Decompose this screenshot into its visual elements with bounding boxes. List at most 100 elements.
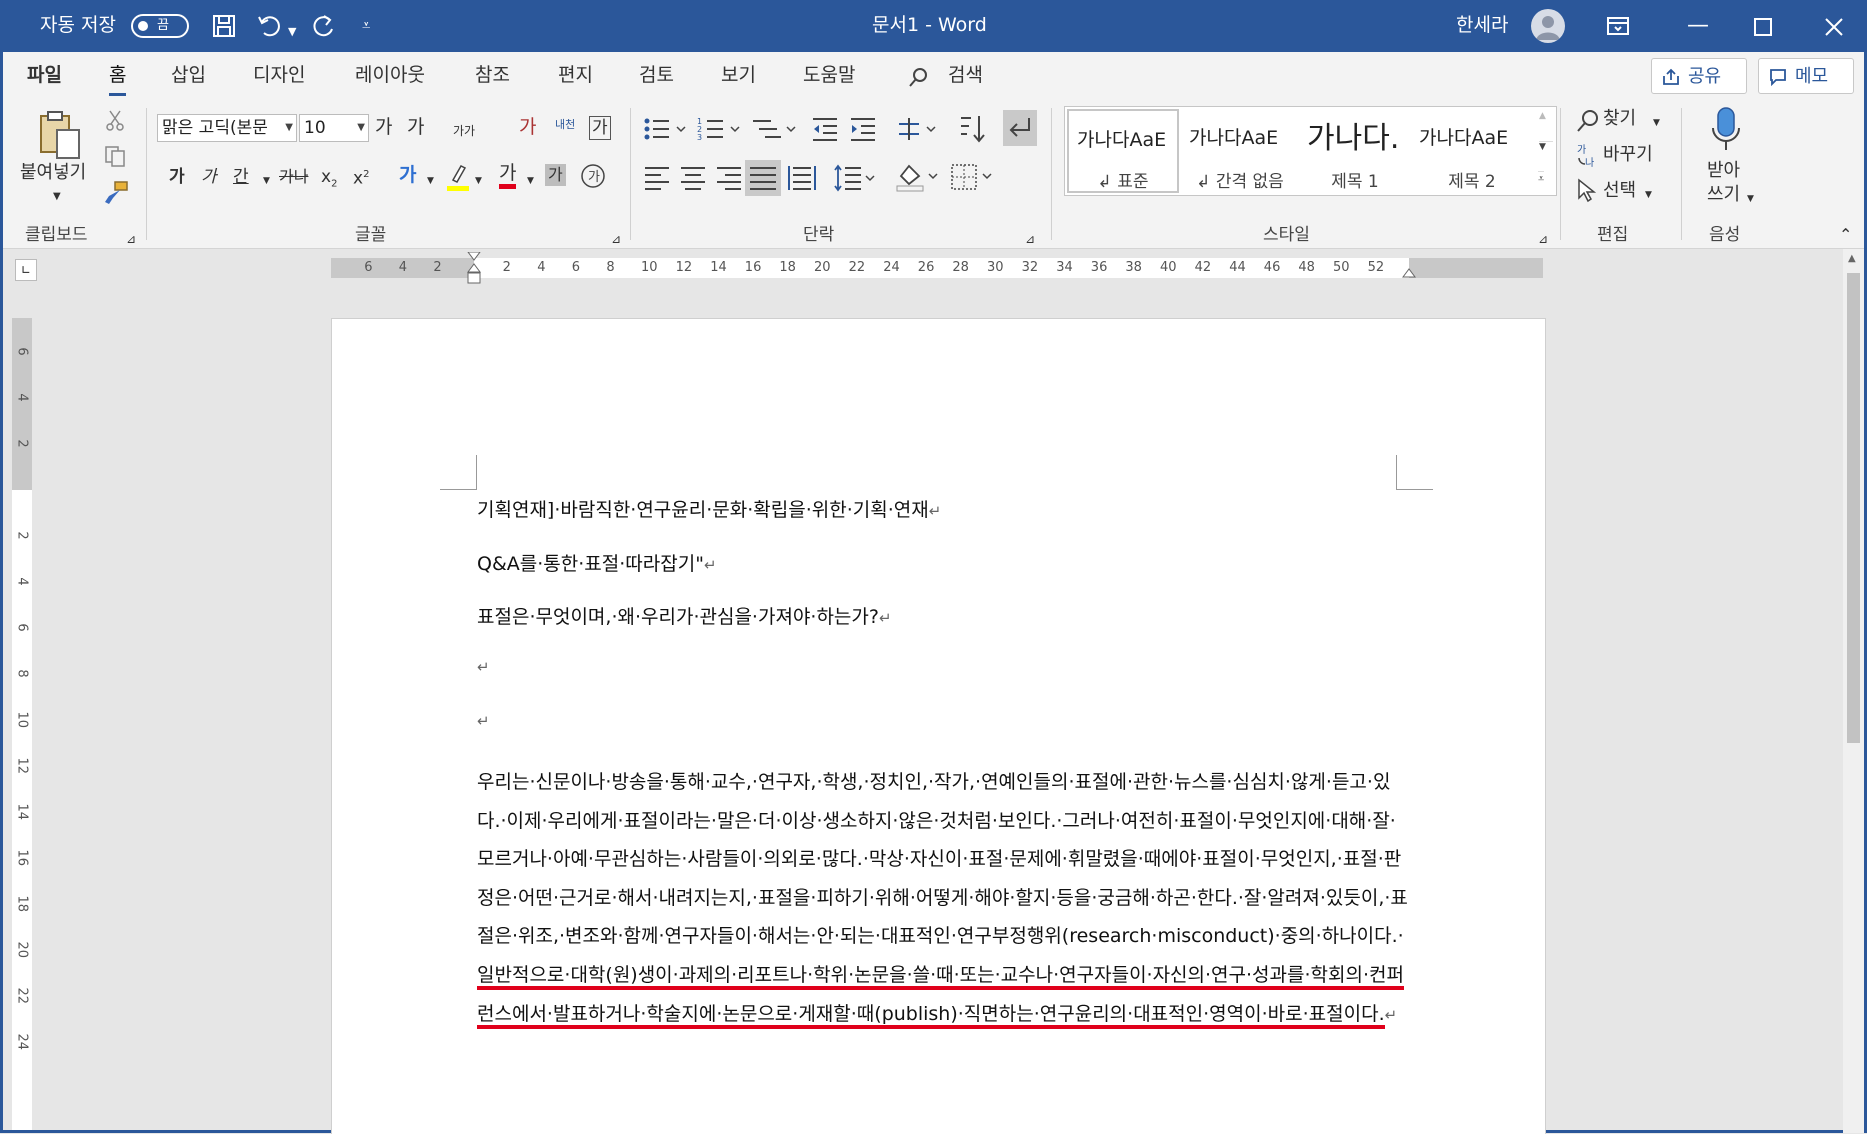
justify-button[interactable] (745, 160, 781, 196)
style-normal[interactable]: 가나다AaE ↲ 표준 (1067, 109, 1179, 193)
tab-layout[interactable]: 레이아웃 (355, 62, 425, 88)
redo-icon[interactable] (310, 12, 338, 40)
document-paragraph[interactable]: 표절은·무엇이며,·왜·우리가·관심을·가져야·하는가?↵ (477, 602, 892, 629)
shrink-font-button[interactable]: 가 (407, 116, 424, 138)
empty-paragraph[interactable]: ↵ (477, 709, 490, 731)
enclose-chars-icon[interactable]: 가 (579, 162, 607, 190)
tab-design[interactable]: 디자인 (253, 62, 305, 88)
text-effects-button[interactable]: 가 (399, 164, 416, 186)
select-cursor-icon[interactable] (1575, 178, 1599, 204)
user-name[interactable]: 한세라 (1456, 13, 1508, 37)
collapse-ribbon-icon[interactable]: ⌃ (1839, 224, 1852, 246)
dictate-label-1[interactable]: 받아 (1707, 160, 1740, 182)
char-border-button[interactable]: 가 (589, 116, 611, 140)
vertical-ruler[interactable]: 6 4 2 2 4 6 8 10 12 14 16 18 20 22 24 (12, 318, 32, 1130)
distributed-icon[interactable] (787, 164, 817, 192)
tab-review[interactable]: 검토 (639, 62, 674, 88)
sort-icon[interactable] (957, 114, 987, 144)
tab-insert[interactable]: 삽입 (171, 62, 206, 88)
tab-mailings[interactable]: 편지 (558, 62, 593, 88)
borders-icon[interactable] (949, 162, 995, 192)
tab-view[interactable]: 보기 (721, 62, 756, 88)
clear-formatting-button[interactable]: 가 (519, 116, 536, 138)
line-spacing-icon[interactable] (833, 164, 877, 192)
strikethrough-button[interactable]: 가나 (279, 166, 308, 188)
select-dropdown-icon[interactable]: ▼ (1645, 184, 1652, 206)
dictate-dropdown-icon[interactable]: ▼ (1747, 188, 1754, 210)
shading-icon[interactable] (895, 162, 941, 192)
avatar[interactable] (1531, 9, 1565, 43)
font-size-combo[interactable]: 10 ▼ (299, 114, 369, 142)
highlight-dropdown-icon[interactable]: ▼ (475, 170, 482, 192)
find-icon[interactable] (1575, 108, 1601, 134)
indent-marker-icon[interactable] (467, 252, 481, 286)
subscript-button[interactable]: x2 (321, 166, 337, 195)
copy-icon[interactable] (103, 144, 127, 168)
styles-scroll[interactable]: ▲ ▼ ⩡ (1534, 106, 1557, 196)
paste-dropdown-icon[interactable]: ▼ (53, 186, 61, 208)
customize-qat-icon[interactable]: ⩡ (362, 13, 370, 37)
share-button[interactable]: 공유 (1651, 58, 1747, 94)
font-color-button[interactable]: 가 (499, 162, 517, 189)
ruby-button[interactable]: 내천 (555, 114, 575, 136)
tab-file[interactable]: 파일 (27, 62, 62, 88)
align-right-icon[interactable] (715, 164, 743, 192)
comments-button[interactable]: 메모 (1758, 58, 1854, 94)
horizontal-ruler[interactable]: 6 4 2 2 4 6 8 10 12 14 16 18 20 22 24 26 28 30 32 34 36 38 40 4… (331, 252, 1543, 284)
search-label[interactable]: 검색 (948, 62, 983, 88)
autosave-toggle[interactable]: 끔 (131, 14, 189, 38)
style-heading-1[interactable]: 가나다. 제목 1 (1299, 107, 1411, 195)
select-label[interactable]: 선택 (1603, 180, 1636, 202)
change-case-button[interactable]: 가가 (453, 120, 475, 142)
document-body-paragraph[interactable]: 우리는·신문이나·방송을·통해·교수,·연구자,·학생,·정치인,·작가,·연예… (477, 763, 1409, 1034)
undo-dropdown-icon[interactable]: ▼ (288, 20, 296, 44)
chevron-up-icon[interactable]: ▲ (1539, 111, 1546, 121)
underline-dropdown-icon[interactable]: ▼ (263, 170, 270, 192)
scrollbar-thumb[interactable] (1847, 273, 1860, 743)
style-heading-2[interactable]: 가나다AaE 제목 2 (1411, 107, 1533, 195)
style-no-spacing[interactable]: 가나다AaE ↲ 간격 없음 (1181, 107, 1299, 195)
close-button[interactable] (1820, 13, 1848, 41)
tab-selector[interactable]: ∟ (15, 259, 37, 281)
align-left-icon[interactable] (643, 164, 671, 192)
replace-label[interactable]: 바꾸기 (1603, 144, 1653, 166)
cut-icon[interactable] (103, 108, 127, 132)
maximize-button[interactable] (1749, 13, 1777, 41)
dictate-label-2[interactable]: 쓰기 (1707, 184, 1740, 206)
text-effects-dropdown-icon[interactable]: ▼ (427, 170, 434, 192)
search-icon[interactable] (908, 66, 930, 88)
ribbon-display-options-icon[interactable] (1604, 12, 1632, 40)
text-direction-icon[interactable] (895, 114, 939, 144)
numbering-icon[interactable]: 123 (697, 116, 745, 142)
replace-icon[interactable]: 가나 (1575, 142, 1601, 168)
more-styles-icon[interactable]: ⩡ (1538, 171, 1545, 186)
char-shading-button[interactable]: 가 (545, 164, 566, 186)
show-marks-toggle[interactable] (1003, 110, 1037, 146)
document-paragraph[interactable]: Q&A를·통한·표절·따라잡기"↵ (477, 549, 717, 576)
align-center-icon[interactable] (679, 164, 707, 192)
font-color-dropdown-icon[interactable]: ▼ (527, 170, 534, 192)
chevron-down-icon[interactable]: ▼ (1539, 141, 1553, 152)
font-name-combo[interactable]: 맑은 고딕(본문 ▼ (157, 114, 297, 142)
paste-icon[interactable] (35, 108, 83, 160)
bold-button[interactable]: 가 (169, 166, 185, 188)
bullets-icon[interactable] (643, 116, 691, 142)
save-icon[interactable] (210, 12, 238, 40)
increase-indent-icon[interactable] (849, 116, 877, 142)
paragraph-launcher-icon[interactable]: ⊿ (1025, 228, 1035, 250)
vertical-scrollbar[interactable]: ▲ (1843, 249, 1864, 1133)
format-painter-icon[interactable] (103, 180, 129, 206)
microphone-icon[interactable] (1709, 106, 1743, 154)
clipboard-launcher-icon[interactable]: ⊿ (126, 228, 136, 250)
font-launcher-icon[interactable]: ⊿ (611, 228, 621, 250)
tab-home[interactable]: 홈 (109, 62, 127, 96)
underline-button[interactable]: 간 (233, 166, 249, 188)
tab-references[interactable]: 참조 (475, 62, 510, 88)
superscript-button[interactable]: x2 (353, 164, 369, 190)
multilevel-list-icon[interactable] (751, 116, 799, 142)
tab-help[interactable]: 도움말 (803, 62, 855, 88)
find-dropdown-icon[interactable]: ▼ (1653, 112, 1660, 134)
decrease-indent-icon[interactable] (811, 116, 839, 142)
italic-button[interactable]: 가 (201, 166, 217, 188)
find-label[interactable]: 찾기 (1603, 108, 1636, 130)
